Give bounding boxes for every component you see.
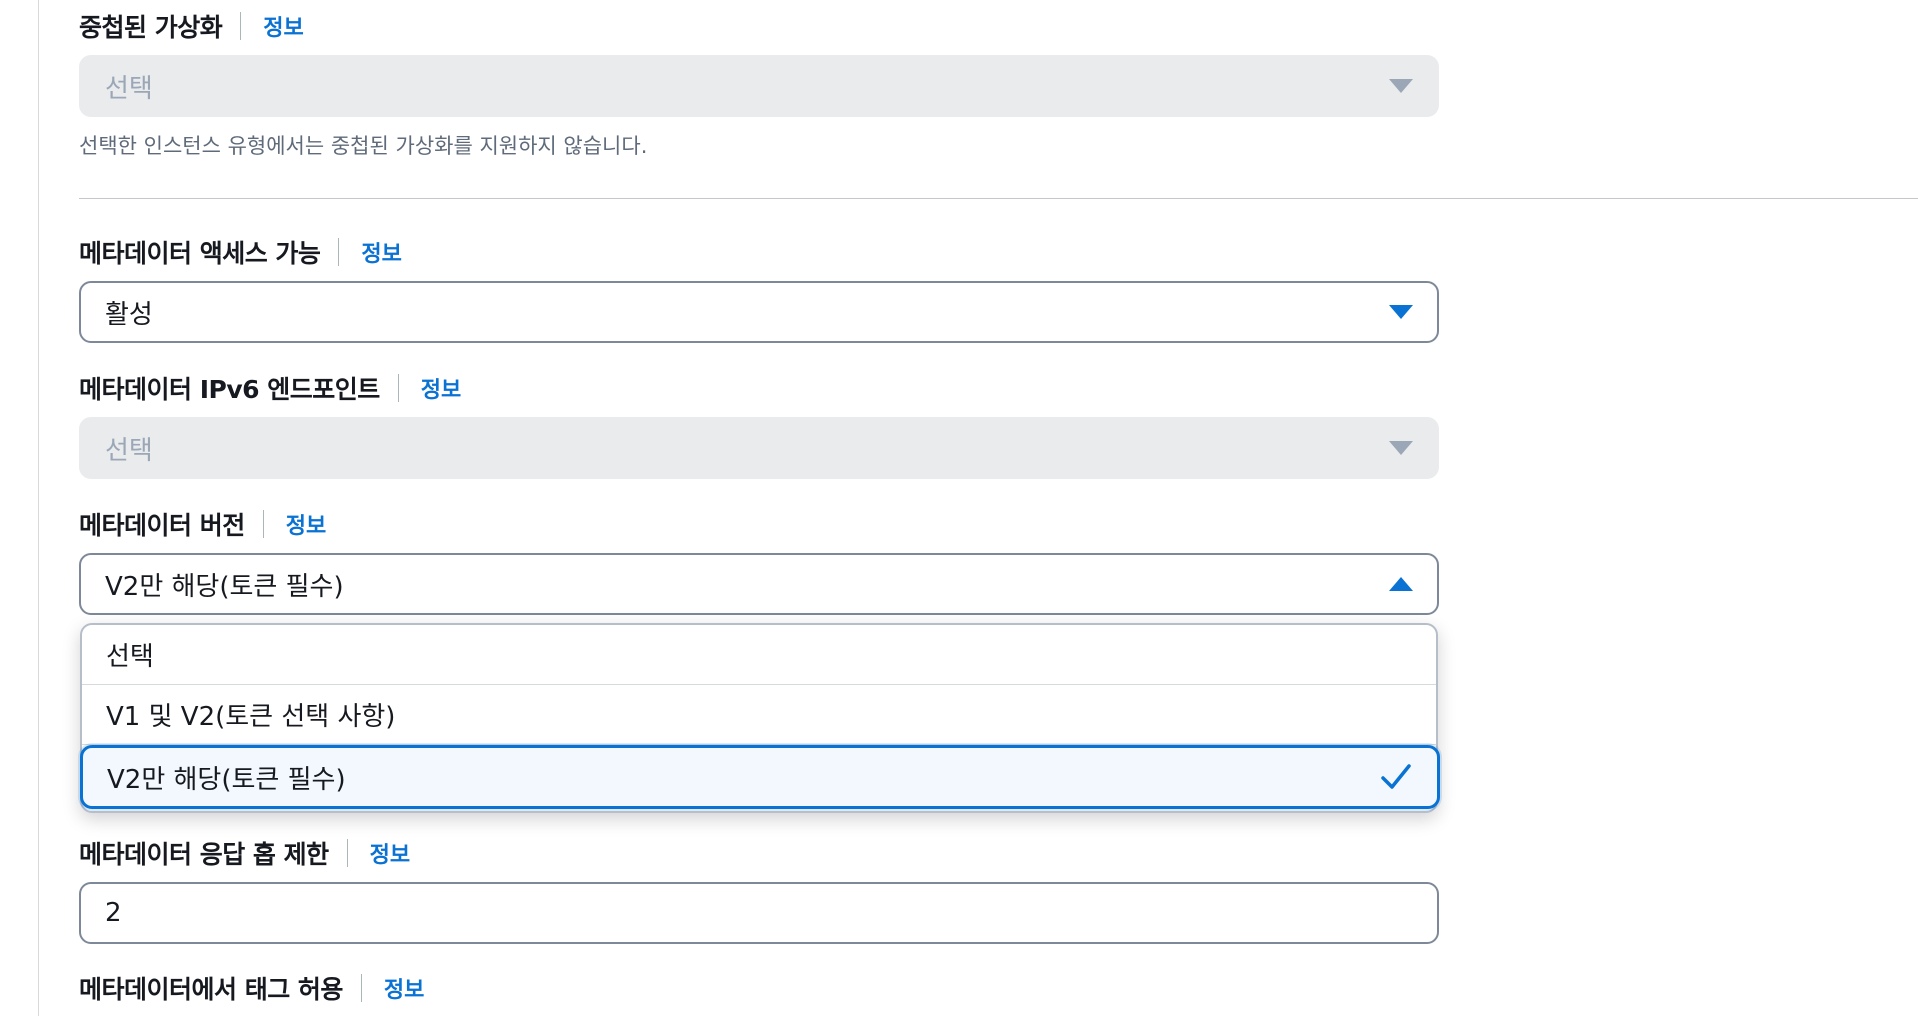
dropdown-option[interactable]: V1 및 V2(토큰 선택 사항) <box>82 685 1436 745</box>
tags-in-metadata-label: 메타데이터에서 태그 허용 <box>79 975 343 1004</box>
section-divider <box>79 198 1918 199</box>
label-separator <box>338 238 340 266</box>
metadata-ipv6-select: 선택 <box>79 417 1439 479</box>
hop-limit-label: 메타데이터 응답 홉 제한 <box>79 840 329 869</box>
instance-advanced-details: 중첩된 가상화 정보 선택 선택한 인스턴스 유형에서는 중첩된 가상화를 지원… <box>79 0 1918 1016</box>
nested-virtualization-info-link[interactable]: 정보 <box>263 10 303 42</box>
metadata-version-info-link[interactable]: 정보 <box>286 508 326 540</box>
tags-in-metadata-info-link[interactable]: 정보 <box>384 972 424 1004</box>
label-separator <box>360 974 362 1002</box>
checkmark-icon <box>1381 764 1411 789</box>
hop-limit-info-link[interactable]: 정보 <box>370 837 410 869</box>
nested-virtualization-label-row: 중첩된 가상화 정보 <box>79 10 304 42</box>
dropdown-option[interactable]: 선택 <box>82 625 1436 685</box>
metadata-version-dropdown: 선택 V1 및 V2(토큰 선택 사항) V2만 해당(토큰 필수) <box>80 623 1440 813</box>
dropdown-option-selected[interactable]: V2만 해당(토큰 필수) <box>80 745 1440 809</box>
nested-virtualization-hint: 선택한 인스턴스 유형에서는 중첩된 가상화를 지원하지 않습니다. <box>79 134 648 158</box>
metadata-version-label-row: 메타데이터 버전 정보 <box>79 508 326 540</box>
caret-down-icon <box>1389 79 1413 93</box>
hop-limit-input[interactable]: 2 <box>79 882 1439 944</box>
metadata-access-select[interactable]: 활성 <box>79 281 1439 343</box>
nested-virtualization-label: 중첩된 가상화 <box>79 13 223 42</box>
metadata-ipv6-label-row: 메타데이터 IPv6 엔드포인트 정보 <box>79 372 461 404</box>
dropdown-option-label: 선택 <box>106 642 154 672</box>
dropdown-option-label: V2만 해당(토큰 필수) <box>107 764 346 795</box>
left-rail <box>0 0 39 1016</box>
metadata-version-label: 메타데이터 버전 <box>79 511 245 540</box>
metadata-access-label-row: 메타데이터 액세스 가능 정보 <box>79 236 402 268</box>
caret-down-icon <box>1389 441 1413 455</box>
label-separator <box>262 510 264 538</box>
metadata-access-label: 메타데이터 액세스 가능 <box>79 239 321 268</box>
caret-down-icon <box>1389 305 1413 319</box>
metadata-ipv6-info-link[interactable]: 정보 <box>421 372 461 404</box>
label-separator <box>397 374 399 402</box>
metadata-version-select[interactable]: V2만 해당(토큰 필수) <box>79 553 1439 615</box>
dropdown-option-label: V1 및 V2(토큰 선택 사항) <box>106 702 396 732</box>
metadata-ipv6-select-value: 선택 <box>105 435 153 466</box>
metadata-ipv6-label: 메타데이터 IPv6 엔드포인트 <box>79 375 380 404</box>
hop-limit-label-row: 메타데이터 응답 홉 제한 정보 <box>79 837 410 869</box>
nested-virtualization-select-value: 선택 <box>105 73 153 104</box>
tags-in-metadata-label-row: 메타데이터에서 태그 허용 정보 <box>79 972 424 1004</box>
metadata-version-select-value: V2만 해당(토큰 필수) <box>105 571 344 602</box>
label-separator <box>240 12 242 40</box>
metadata-access-info-link[interactable]: 정보 <box>361 236 401 268</box>
label-separator <box>346 839 348 867</box>
nested-virtualization-select: 선택 <box>79 55 1439 117</box>
caret-up-icon <box>1389 577 1413 591</box>
metadata-access-select-value: 활성 <box>105 299 153 330</box>
